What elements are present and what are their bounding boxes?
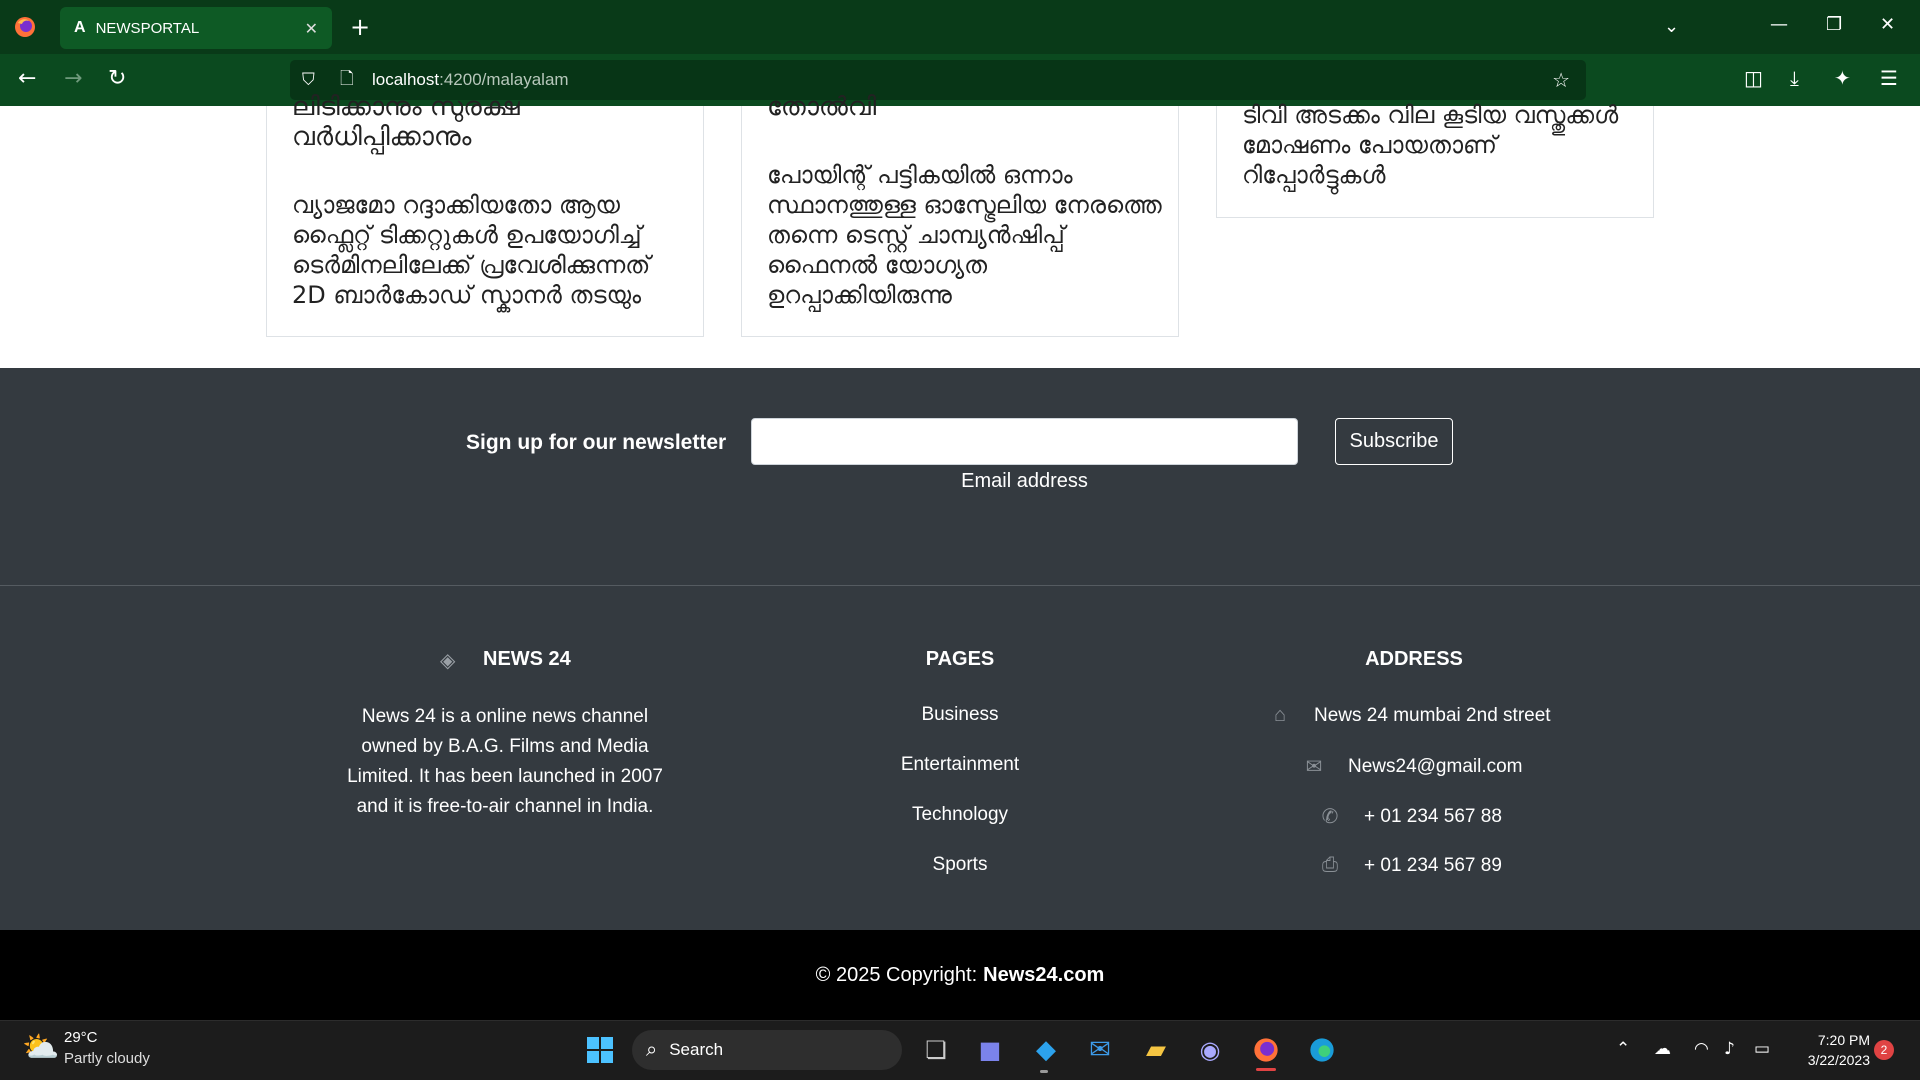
mail-icon[interactable]: ✉ — [1080, 1030, 1120, 1070]
shield-icon[interactable]: ⛉ — [302, 70, 326, 90]
article-title[interactable]: ലിടിക്കാനും സുരക്ഷ വർധിപ്പിക്കാനും — [292, 92, 520, 152]
pages-heading: PAGES — [925, 648, 995, 670]
footer-link-technology[interactable]: Technology — [860, 804, 1060, 826]
address-street: ⌂ News 24 mumbai 2nd street — [1268, 704, 1551, 727]
task-view-icon[interactable]: ❏ — [916, 1030, 956, 1070]
envelope-icon: ✉ — [1305, 756, 1323, 778]
bookmark-star-icon[interactable]: ☆ — [1552, 68, 1570, 92]
page-icon[interactable]: 🗋 — [340, 66, 360, 95]
address-fax: ⎙ + 01 234 567 89 — [1318, 854, 1502, 877]
home-icon: ⌂ — [1273, 704, 1287, 726]
article-title[interactable]: തോൽവി — [767, 92, 876, 122]
list-tabs-icon[interactable]: ⌄ — [1664, 16, 1679, 37]
copyright-bar: © 2025 Copyright: News24.com — [0, 930, 1920, 1020]
close-window-icon[interactable]: ✕ — [1880, 14, 1895, 35]
minimize-icon[interactable]: — — [1770, 14, 1788, 35]
footer-link-business[interactable]: Business — [860, 704, 1060, 726]
phone-icon: ✆ — [1321, 806, 1339, 828]
article-body: പോയിന്റ് പട്ടികയിൽ ഒന്നാം സ്ഥാനത്തുള്ള ഓ… — [767, 161, 1162, 309]
onedrive-icon[interactable]: ☁ — [1654, 1039, 1671, 1059]
article-card[interactable]: തോൽവി പോയിന്റ് പട്ടികയിൽ ഒന്നാം സ്ഥാനത്ത… — [741, 92, 1179, 337]
footer-link-sports[interactable]: Sports — [860, 854, 1060, 876]
subscribe-button[interactable]: Subscribe — [1335, 418, 1453, 465]
chat-icon[interactable]: ■ — [970, 1030, 1010, 1070]
active-indicator — [1256, 1068, 1276, 1071]
email-input[interactable] — [751, 418, 1298, 465]
firefox-taskbar-icon[interactable] — [1246, 1030, 1286, 1070]
weather-description[interactable]: Partly cloudy — [64, 1050, 150, 1067]
back-icon[interactable]: ← — [18, 66, 36, 92]
firefox-menu-icon[interactable] — [12, 14, 38, 40]
extensions-icon[interactable]: ✦ — [1834, 66, 1851, 90]
article-body: വ്യാജമോ റദ്ദാക്കിയതോ ആയ ഫ്ലൈറ്റ് ടിക്കറ്… — [292, 191, 651, 309]
taskbar — [0, 1020, 1920, 1080]
footer-brand: NEWS 24 — [483, 648, 571, 670]
close-tab-icon[interactable]: ✕ — [305, 19, 318, 38]
restore-icon[interactable]: ❐ — [1826, 14, 1842, 35]
notification-badge[interactable]: 2 — [1874, 1040, 1894, 1060]
new-tab-icon[interactable]: + — [350, 14, 370, 40]
pocket-icon[interactable]: ◫ — [1744, 66, 1763, 90]
start-icon[interactable] — [580, 1030, 620, 1070]
weather-icon[interactable]: ⛅ — [22, 1030, 59, 1065]
address-phone: ✆ + 01 234 567 88 — [1318, 804, 1502, 829]
print-icon: ⎙ — [1322, 854, 1338, 876]
battery-icon[interactable]: ▭ — [1754, 1039, 1770, 1059]
edge-icon[interactable] — [1302, 1030, 1342, 1070]
footer-link-entertainment[interactable]: Entertainment — [860, 754, 1060, 776]
copyright-text: © 2025 Copyright: — [815, 963, 978, 986]
article-card[interactable]: ടിവി അടക്കം വില കൂടിയ വസ്തുക്കൾ മോഷണം പോ… — [1216, 101, 1654, 218]
downloads-icon[interactable]: ⤓ — [1790, 66, 1799, 90]
footer-about: News 24 is a online news channel owned b… — [347, 706, 663, 817]
reload-icon[interactable]: ↻ — [108, 66, 126, 92]
eclipse-icon[interactable]: ◉ — [1190, 1030, 1230, 1070]
wifi-icon[interactable]: ◠ — [1694, 1039, 1709, 1059]
article-body: ടിവി അടക്കം വില കൂടിയ വസ്തുക്കൾ മോഷണം പോ… — [1242, 101, 1619, 189]
tab-title: NEWSPORTAL — [95, 19, 200, 37]
vscode-icon[interactable]: ◆ — [1026, 1030, 1066, 1070]
running-indicator — [1040, 1070, 1048, 1073]
app-menu-icon[interactable]: ☰ — [1880, 66, 1898, 90]
url-text[interactable]: localhost:4200/malayalam — [372, 70, 569, 90]
article-card[interactable]: ലിടിക്കാനും സുരക്ഷ വർധിപ്പിക്കാനും വ്യാജ… — [266, 92, 704, 337]
show-hidden-icons[interactable]: ⌃ — [1616, 1039, 1630, 1059]
angular-icon: A — [74, 19, 86, 36]
weather-temperature[interactable]: 29°C — [64, 1029, 98, 1046]
forward-icon[interactable]: → — [64, 66, 82, 92]
search-icon: ⌕ — [646, 1038, 658, 1061]
volume-icon[interactable]: ♪ — [1724, 1039, 1735, 1059]
address-email: ✉ News24@gmail.com — [1302, 754, 1523, 779]
address-heading: ADDRESS — [1365, 648, 1463, 670]
email-help-text: Email address — [961, 470, 1088, 492]
copyright-site-link[interactable]: News24.com — [983, 964, 1104, 987]
gem-icon: ◈ — [440, 648, 456, 672]
tab-newsportal[interactable]: A NEWSPORTAL ✕ — [60, 7, 332, 49]
newsletter-label: Sign up for our newsletter — [466, 431, 727, 454]
clock[interactable]: 7:20 PM 3/22/2023 — [1790, 1030, 1870, 1070]
taskbar-search[interactable]: ⌕ Search — [632, 1030, 902, 1070]
file-explorer-icon[interactable]: ▰ — [1136, 1030, 1176, 1070]
